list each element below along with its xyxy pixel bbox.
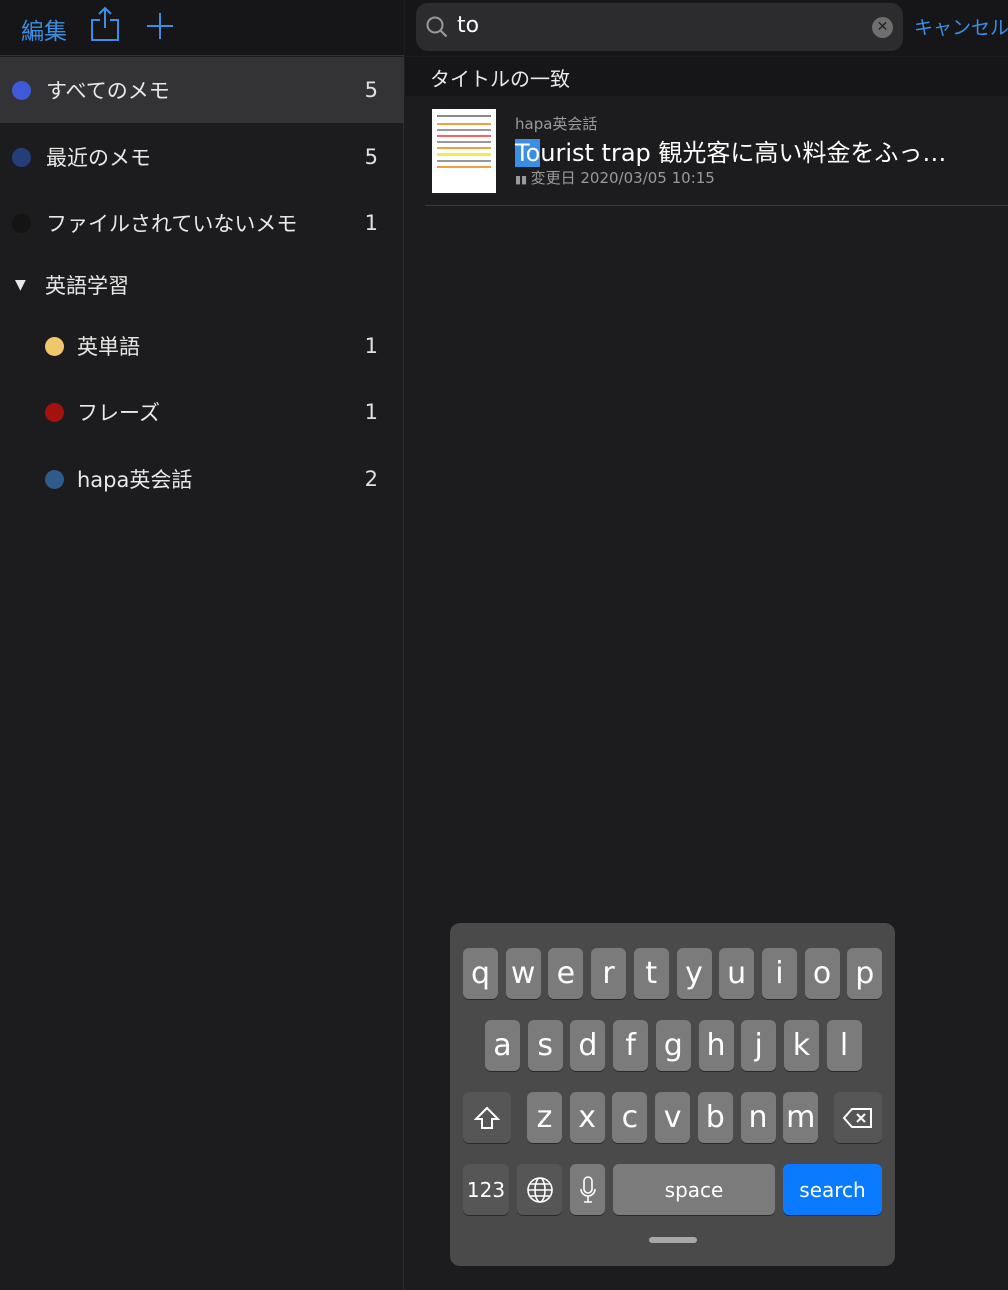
key-j[interactable]: j xyxy=(741,1020,777,1071)
item-count: 5 xyxy=(364,145,378,169)
search-key[interactable]: search xyxy=(783,1164,882,1215)
shift-icon xyxy=(474,1106,500,1129)
modified-date: ▮▮ 変更日 2020/03/05 10:15 xyxy=(515,167,715,188)
sidebar-item-recent-notes[interactable]: 最近のメモ 5 xyxy=(0,124,404,190)
item-label: フレーズ xyxy=(77,401,160,425)
share-icon[interactable] xyxy=(90,6,120,42)
key-e[interactable]: e xyxy=(548,948,584,999)
shift-key[interactable] xyxy=(463,1092,511,1143)
key-a[interactable]: a xyxy=(485,1020,520,1071)
key-n[interactable]: n xyxy=(740,1092,776,1143)
key-w[interactable]: w xyxy=(505,948,541,999)
key-t[interactable]: t xyxy=(633,948,669,999)
item-count: 1 xyxy=(364,400,378,424)
item-count: 1 xyxy=(364,211,378,235)
key-p[interactable]: p xyxy=(847,948,883,999)
item-label: 最近のメモ xyxy=(46,146,151,170)
key-f[interactable]: f xyxy=(613,1020,649,1071)
color-dot xyxy=(12,213,31,233)
key-k[interactable]: k xyxy=(783,1020,819,1071)
notebook-name: hapa英会話 xyxy=(515,115,598,133)
space-key[interactable]: space xyxy=(613,1164,775,1215)
key-c[interactable]: c xyxy=(612,1092,648,1143)
item-label: hapa英会話 xyxy=(77,468,193,492)
color-dot xyxy=(45,336,64,356)
note-title: Tourist trap 観光客に高い料金をふっ… xyxy=(515,133,946,168)
key-d[interactable]: d xyxy=(570,1020,606,1071)
key-o[interactable]: o xyxy=(804,948,840,999)
plus-icon[interactable] xyxy=(146,12,174,40)
search-input[interactable]: to ✕ xyxy=(416,3,903,51)
sidebar-subitem-phrases[interactable]: フレーズ 1 xyxy=(0,379,404,445)
item-count: 2 xyxy=(364,467,378,491)
key-z[interactable]: z xyxy=(527,1092,562,1143)
sidebar-item-all-notes[interactable]: すべてのメモ 5 xyxy=(0,57,404,123)
keyboard: 123 space search qwertyuiop asdfghjkl zxcv… xyxy=(450,923,895,1266)
search-icon xyxy=(426,16,448,38)
title-rest: urist trap 観光客に高い料金をふっ… xyxy=(540,139,947,167)
backspace-icon xyxy=(842,1107,872,1128)
key-g[interactable]: g xyxy=(655,1020,691,1071)
section-header: タイトルの一致 xyxy=(405,57,1008,96)
sidebar: 編集 すべてのメモ 5 最近のメモ 5 ファイルされていないメモ 1 ▼ 英語学… xyxy=(0,0,404,1290)
globe-key[interactable] xyxy=(517,1164,562,1215)
key-l[interactable]: l xyxy=(826,1020,862,1071)
key-x[interactable]: x xyxy=(569,1092,605,1143)
key-y[interactable]: y xyxy=(676,948,712,999)
key-b[interactable]: b xyxy=(697,1092,733,1143)
modified-text: 変更日 2020/03/05 10:15 xyxy=(530,169,715,187)
dictation-key[interactable] xyxy=(570,1164,605,1215)
color-dot xyxy=(45,402,64,422)
sidebar-subitem-hapa[interactable]: hapa英会話 2 xyxy=(0,446,404,512)
item-count: 1 xyxy=(364,334,378,358)
highlight-match: To xyxy=(515,139,541,167)
key-q[interactable]: q xyxy=(463,948,498,999)
edit-button[interactable]: 編集 xyxy=(21,12,67,46)
result-item[interactable]: hapa英会話 Tourist trap 観光客に高い料金をふっ… ▮▮ 変更日… xyxy=(425,97,1008,206)
bar-chart-icon: ▮▮ xyxy=(515,173,531,186)
keyboard-handle[interactable] xyxy=(649,1237,697,1243)
key-u[interactable]: u xyxy=(719,948,755,999)
globe-icon xyxy=(526,1176,553,1203)
item-count: 5 xyxy=(364,78,378,102)
numbers-key[interactable]: 123 xyxy=(463,1164,509,1215)
cancel-button[interactable]: キャンセル xyxy=(914,13,1008,40)
sidebar-item-unfiled-notes[interactable]: ファイルされていないメモ 1 xyxy=(0,190,404,256)
clear-icon[interactable]: ✕ xyxy=(872,17,893,38)
sidebar-subitem-vocabulary[interactable]: 英単語 1 xyxy=(0,313,404,379)
key-v[interactable]: v xyxy=(655,1092,691,1143)
color-dot xyxy=(12,147,31,167)
note-thumbnail xyxy=(432,109,496,193)
delete-key[interactable] xyxy=(834,1092,882,1143)
key-r[interactable]: r xyxy=(591,948,627,999)
folder-english-study[interactable]: ▼ 英語学習 xyxy=(0,252,404,318)
color-dot xyxy=(12,80,31,100)
color-dot xyxy=(45,469,64,489)
key-i[interactable]: i xyxy=(761,948,797,999)
disclosure-triangle-icon[interactable]: ▼ xyxy=(15,277,26,293)
key-s[interactable]: s xyxy=(527,1020,563,1071)
key-h[interactable]: h xyxy=(698,1020,734,1071)
search-text: to xyxy=(457,13,480,38)
microphone-icon xyxy=(579,1175,596,1203)
sidebar-toolbar: 編集 xyxy=(0,0,404,56)
key-m[interactable]: m xyxy=(783,1092,819,1143)
item-label: ファイルされていないメモ xyxy=(46,212,298,236)
item-label: 英単語 xyxy=(77,335,140,359)
folder-label: 英語学習 xyxy=(45,274,129,298)
item-label: すべてのメモ xyxy=(46,79,170,103)
